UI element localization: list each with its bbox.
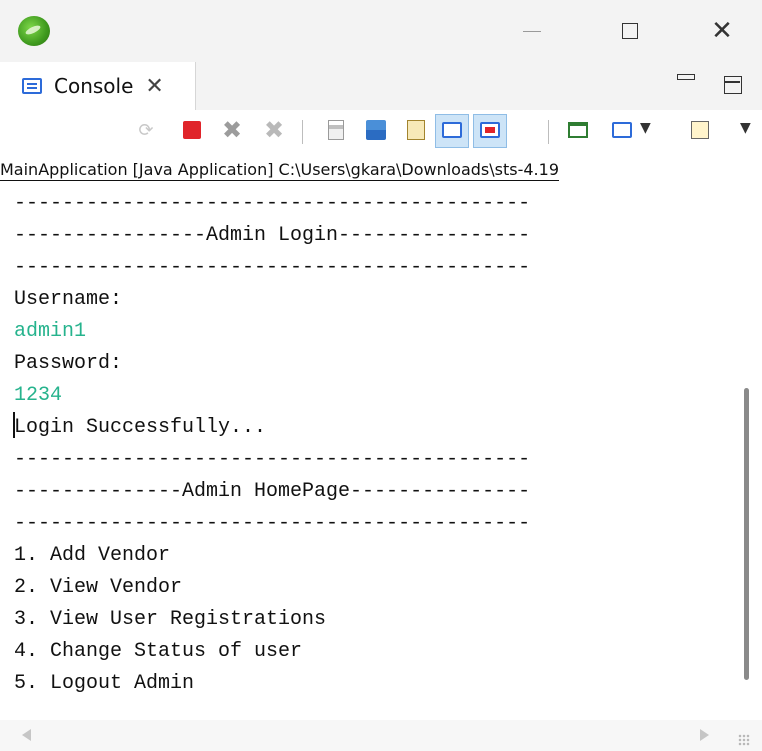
spring-leaf-icon <box>18 16 50 46</box>
open-console-icon[interactable] <box>688 118 712 142</box>
console-output-line: 3. View User Registrations <box>14 608 327 631</box>
console-input-line: 1234 <box>14 384 63 407</box>
resize-grip-icon[interactable] <box>738 734 750 746</box>
console-output-line: ----------------------------------------… <box>14 192 531 215</box>
tab-console[interactable]: Console ✕ <box>0 62 196 110</box>
console-output-line: 2. View Vendor <box>14 576 183 599</box>
horizontal-scrollbar[interactable] <box>0 720 762 751</box>
vertical-scrollbar-thumb[interactable] <box>744 388 749 680</box>
sync-icon[interactable]: ⟳ <box>134 118 158 142</box>
console-output-line: 4. Change Status of user <box>14 640 303 663</box>
console-output[interactable]: ----------------------------------------… <box>0 188 740 708</box>
pin-console-icon[interactable] <box>566 118 590 142</box>
scroll-right-icon[interactable] <box>700 729 709 741</box>
chevron-down-icon[interactable]: ▼ <box>640 120 651 136</box>
console-icon <box>22 78 42 94</box>
tab-label: Console <box>54 74 134 98</box>
console-output-line: Password: <box>14 352 123 375</box>
remove-all-terminated-icon[interactable]: ✖ <box>262 116 286 144</box>
window-titlebar: ✕ <box>0 0 762 62</box>
launch-text: MainApplication [Java Application] C:\Us… <box>0 160 559 181</box>
close-tab-icon[interactable]: ✕ <box>145 74 163 99</box>
console-output-line: 5. Logout Admin <box>14 672 195 695</box>
console-output-line: ----------------Admin Login-------------… <box>14 224 531 247</box>
display-console-icon[interactable] <box>610 118 634 142</box>
console-output-line: ----------------------------------------… <box>14 512 531 535</box>
scroll-lock-icon[interactable] <box>364 118 388 142</box>
launch-description: MainApplication [Java Application] C:\Us… <box>0 153 762 187</box>
console-output-line: --------------Admin HomePage------------… <box>14 480 531 503</box>
clear-console-icon[interactable] <box>324 118 348 142</box>
scroll-left-icon[interactable] <box>22 729 31 741</box>
console-output-line: Login Successfully... <box>14 416 267 439</box>
toolbar-separator <box>548 120 549 144</box>
console-output-line: 1. Add Vendor <box>14 544 171 567</box>
console-toolbar: ⟳ ✖ ✖ ▼ ▼ <box>0 110 762 152</box>
view-maximize-icon[interactable] <box>724 76 742 94</box>
console-output-line: ----------------------------------------… <box>14 448 531 471</box>
console-output-line: Username: <box>14 288 123 311</box>
view-tab-bar: Console ✕ <box>0 62 762 110</box>
show-on-stderr-icon[interactable] <box>478 118 502 142</box>
toolbar-separator <box>302 120 303 144</box>
minimize-icon[interactable] <box>514 14 550 48</box>
maximize-icon[interactable] <box>612 14 648 48</box>
view-minimize-icon[interactable] <box>677 74 695 80</box>
chevron-down-icon[interactable]: ▼ <box>740 120 751 136</box>
remove-launch-icon[interactable]: ✖ <box>220 116 244 144</box>
console-output-line: ----------------------------------------… <box>14 256 531 279</box>
terminate-icon[interactable] <box>180 118 204 142</box>
word-wrap-icon[interactable] <box>404 118 428 142</box>
close-icon[interactable]: ✕ <box>704 14 740 48</box>
console-input-line: admin1 <box>14 320 87 343</box>
show-on-stdout-icon[interactable] <box>440 118 464 142</box>
